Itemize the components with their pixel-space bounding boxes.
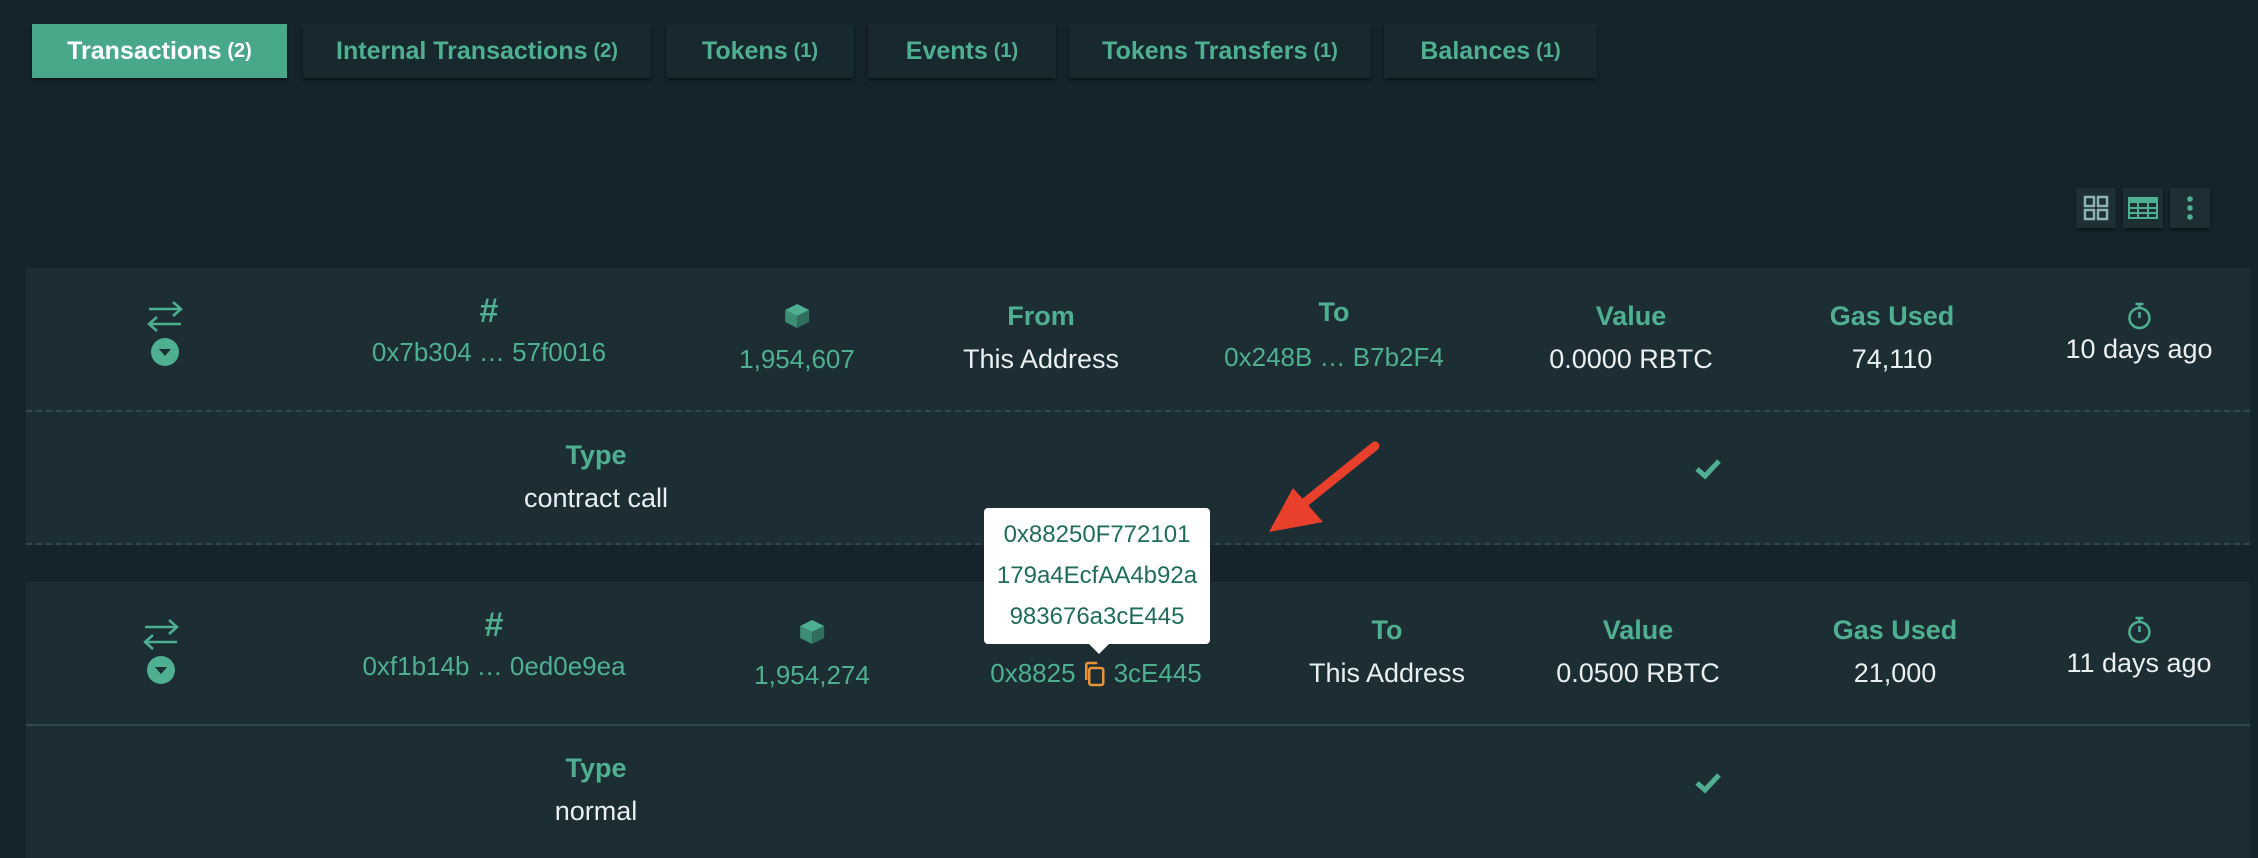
from-cell: From This Address bbox=[963, 301, 1119, 375]
from-address-start[interactable]: 0x8825 bbox=[990, 658, 1075, 689]
tab-count: (1) bbox=[993, 39, 1019, 62]
gas-header: Gas Used bbox=[1832, 615, 1958, 645]
gas-cell: Gas Used 21,000 bbox=[1833, 615, 1958, 689]
from-cell: 0x8825 3cE445 bbox=[990, 658, 1202, 689]
cube-icon bbox=[799, 620, 824, 644]
to-header: To bbox=[1318, 297, 1350, 327]
tab-label: Tokens bbox=[701, 36, 788, 65]
time-value: 10 days ago bbox=[2065, 334, 2213, 364]
swap-arrows-icon bbox=[147, 301, 183, 332]
expand-toggle-icon[interactable] bbox=[146, 655, 176, 685]
value-cell: Value 0.0500 RBTC bbox=[1556, 615, 1720, 689]
tooltip-line: 179a4EcfAA4b92a bbox=[996, 562, 1198, 589]
gas-cell: Gas Used 74,110 bbox=[1830, 301, 1955, 375]
type-cell: Type normal bbox=[555, 753, 638, 827]
type-header: Type bbox=[565, 753, 627, 783]
stopwatch-icon bbox=[2127, 616, 2151, 644]
expand-toggle-icon[interactable] bbox=[150, 337, 180, 367]
annotation-arrow-icon bbox=[1269, 441, 1380, 532]
tab-count: (2) bbox=[227, 39, 252, 62]
checkmark-icon bbox=[1695, 459, 1721, 480]
more-options-button[interactable] bbox=[2170, 188, 2210, 228]
cube-icon bbox=[784, 304, 809, 328]
value-amount: 0.0500 RBTC bbox=[1556, 658, 1720, 688]
to-value: This Address bbox=[1308, 658, 1466, 688]
tx-hash-cell: # 0x7b304 … 57f0016 bbox=[372, 292, 606, 368]
value-header: Value bbox=[1595, 301, 1667, 331]
hash-symbol: # bbox=[484, 606, 504, 644]
to-address-link[interactable]: 0x248B … B7b2F4 bbox=[1224, 342, 1444, 373]
tx-hash-link[interactable]: 0xf1b14b … 0ed0e9ea bbox=[362, 651, 625, 682]
status-cell bbox=[1694, 772, 1722, 799]
time-cell: 11 days ago bbox=[2066, 616, 2212, 679]
row-divider bbox=[26, 410, 2250, 412]
tooltip-line: 983676a3cE445 bbox=[1009, 603, 1185, 630]
row-divider bbox=[26, 724, 2250, 726]
to-cell: To 0x248B … B7b2F4 bbox=[1224, 297, 1444, 373]
tx-hash-link[interactable]: 0x7b304 … 57f0016 bbox=[372, 337, 606, 368]
time-cell: 10 days ago bbox=[2065, 302, 2213, 365]
tab-label: Internal Transactions bbox=[336, 36, 588, 65]
tab-transactions[interactable]: Transactions (2) bbox=[32, 24, 287, 78]
tab-label: Balances bbox=[1420, 36, 1531, 65]
from-header: From bbox=[1007, 301, 1075, 331]
tab-count: (2) bbox=[593, 39, 618, 62]
value-header: Value bbox=[1602, 615, 1674, 645]
checkmark-icon bbox=[1695, 773, 1721, 794]
transaction-row: # 0x7b304 … 57f0016 1,954,607 From This … bbox=[26, 268, 2250, 545]
block-number-link[interactable]: 1,954,274 bbox=[754, 660, 870, 691]
tab-balances[interactable]: Balances (1) bbox=[1384, 24, 1597, 78]
more-options-icon bbox=[2187, 196, 2193, 220]
to-cell: To This Address bbox=[1309, 615, 1465, 689]
view-controls bbox=[2076, 188, 2210, 228]
tx-direction bbox=[146, 300, 184, 367]
tx-direction bbox=[142, 618, 180, 685]
tab-label: Tokens Transfers bbox=[1102, 36, 1308, 65]
from-address-end[interactable]: 3cE445 bbox=[1114, 658, 1202, 689]
grid-view-icon bbox=[2083, 195, 2109, 221]
type-header: Type bbox=[565, 440, 627, 470]
table-view-button[interactable] bbox=[2123, 188, 2163, 228]
time-value: 11 days ago bbox=[2066, 648, 2212, 678]
tab-count: (1) bbox=[1536, 39, 1561, 62]
value-cell: Value 0.0000 RBTC bbox=[1549, 301, 1713, 375]
tab-events[interactable]: Events (1) bbox=[868, 24, 1056, 78]
tx-hash-cell: # 0xf1b14b … 0ed0e9ea bbox=[362, 606, 625, 682]
value-amount: 0.0000 RBTC bbox=[1549, 344, 1713, 374]
address-tooltip: 0x88250F772101 179a4EcfAA4b92a 983676a3c… bbox=[984, 508, 1210, 654]
tab-internal-transactions[interactable]: Internal Transactions (2) bbox=[303, 24, 651, 78]
to-header: To bbox=[1371, 615, 1403, 645]
block-cell: 1,954,607 bbox=[739, 302, 855, 375]
tab-bar: Transactions (2) Internal Transactions (2)… bbox=[0, 0, 2258, 90]
from-value: This Address bbox=[962, 344, 1120, 374]
tab-tokens[interactable]: Tokens (1) bbox=[666, 24, 854, 78]
tab-count: (1) bbox=[1313, 39, 1338, 62]
tooltip-line: 0x88250F772101 bbox=[1003, 521, 1191, 548]
hash-symbol: # bbox=[479, 292, 499, 330]
tab-count: (1) bbox=[793, 39, 819, 62]
tab-label: Transactions bbox=[67, 36, 222, 65]
stopwatch-icon bbox=[2127, 302, 2151, 330]
swap-arrows-icon bbox=[143, 619, 179, 650]
status-cell bbox=[1694, 458, 1722, 485]
type-value: contract call bbox=[523, 483, 669, 513]
tab-tokens-transfers[interactable]: Tokens Transfers (1) bbox=[1069, 24, 1371, 78]
gas-value: 74,110 bbox=[1851, 344, 1933, 374]
block-number-link[interactable]: 1,954,607 bbox=[739, 344, 855, 375]
block-cell: 1,954,274 bbox=[754, 618, 870, 691]
type-value: normal bbox=[554, 796, 638, 826]
grid-view-button[interactable] bbox=[2076, 188, 2116, 228]
table-view-icon bbox=[2128, 197, 2158, 219]
tab-label: Events bbox=[905, 36, 988, 65]
copy-icon[interactable] bbox=[1084, 661, 1106, 687]
type-cell: Type contract call bbox=[524, 440, 668, 514]
gas-value: 21,000 bbox=[1853, 658, 1937, 688]
gas-header: Gas Used bbox=[1829, 301, 1955, 331]
